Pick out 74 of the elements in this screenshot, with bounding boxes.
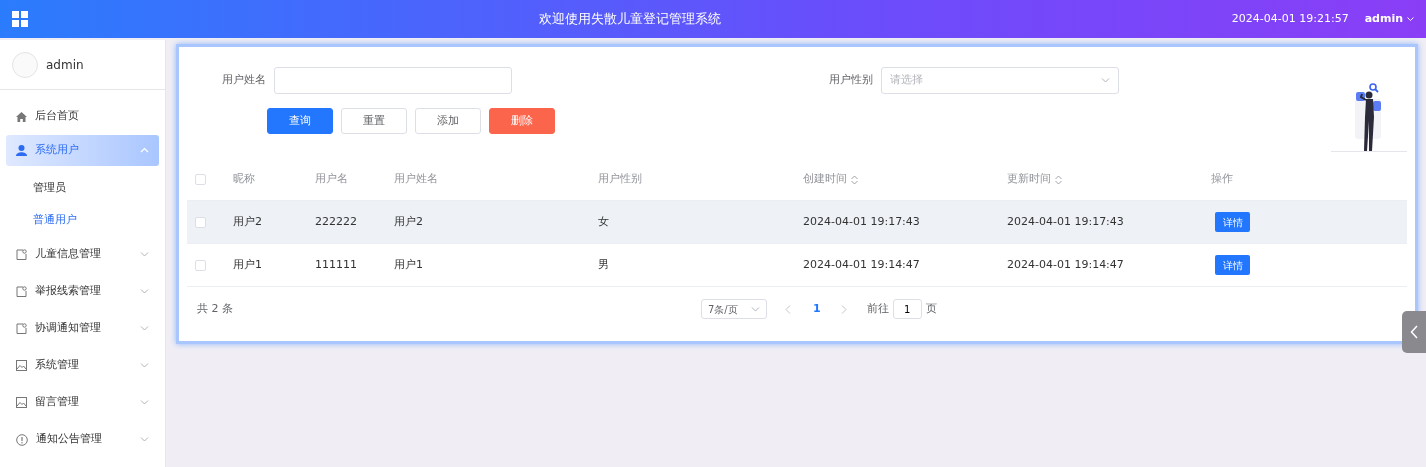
home-icon [16,111,27,122]
app-title: 欢迎使用失散儿童登记管理系统 [538,11,721,27]
checkbox[interactable] [195,216,206,228]
page-size-select[interactable]: 7条/页 [701,299,767,319]
document-icon [16,323,27,334]
total-count: 共 2 条 [197,301,233,315]
user-icon [16,145,27,156]
date-time: 2024-04-01 19:21:57 [1231,10,1349,27]
image-icon [16,397,27,408]
menu-item[interactable]: 协调通知管理 [6,313,159,344]
next-page-icon[interactable] [840,304,847,314]
user-name: admin [46,56,84,74]
sort-icon[interactable] [1055,174,1062,185]
column-header: 用户性别 [598,171,642,188]
table-cell: 用户1 [233,257,262,271]
chevron-down-icon [751,305,760,313]
table-cell: 用户1 [394,257,423,271]
menu-item[interactable]: 举报线索管理 [6,276,159,307]
menu-item[interactable]: 系统管理 [6,350,159,381]
menu-item[interactable]: 系统用户 [6,135,159,166]
avatar [12,51,38,78]
chevron-up-icon [140,147,149,154]
column-header: 用户名 [315,171,348,188]
submenu-item[interactable]: 普通用户 [0,204,165,236]
table-cell: 2024-04-01 19:14:47 [803,257,920,271]
table-cell: 2024-04-01 19:17:43 [803,214,920,228]
chevron-down-icon [1101,77,1110,84]
sort-icon[interactable] [851,174,858,185]
chevron-down-icon [140,288,149,295]
checkbox[interactable] [195,174,206,185]
menu-item[interactable]: 通知公告管理 [6,424,159,455]
table-cell: 男 [598,257,609,271]
chevron-left-icon [1410,325,1418,339]
collapse-toggle[interactable] [1402,311,1426,353]
chevron-down-icon [140,362,149,369]
details-button[interactable]: 详情 [1215,212,1250,232]
chevron-down-icon [140,251,149,258]
action-button[interactable]: 查询 [267,108,333,134]
goto-label: 前往 [866,300,889,317]
user-menu[interactable]: admin [1364,10,1414,28]
submenu-item[interactable]: 管理员 [0,172,165,204]
menu-item[interactable]: 儿童信息管理 [6,239,159,270]
info-icon [16,433,28,446]
document-icon [16,249,27,260]
input-field[interactable] [274,67,512,94]
chevron-down-icon [140,325,149,332]
page-input[interactable]: 1 [892,299,922,319]
checkbox[interactable] [195,259,206,271]
column-header: 昵称 [233,171,255,188]
table-cell: 222222 [315,214,357,228]
table-cell: 111111 [315,257,357,271]
previous-page-icon[interactable] [785,304,791,314]
image-icon [16,360,27,371]
details-button[interactable]: 详情 [1215,255,1250,275]
caret-icon [1407,16,1414,22]
field-label: 用户姓名 [222,72,266,89]
menu-icon[interactable] [12,11,28,27]
column-header: 用户姓名 [394,171,438,188]
chevron-down-icon [140,399,149,406]
page-number[interactable]: 1 [813,300,821,318]
column-header: 操作 [1211,171,1233,188]
table-cell: 2024-04-01 19:14:47 [1007,257,1124,271]
action-button[interactable]: 添加 [415,108,481,134]
document-icon [16,286,27,297]
menu-item[interactable]: 后台首页 [6,101,159,132]
field-label: 用户性别 [829,72,873,89]
menu-item[interactable]: 留言管理 [6,387,159,418]
page-suffix: 页 [925,300,937,317]
table-cell: 用户2 [233,214,262,228]
table-cell: 用户2 [394,214,423,228]
action-button[interactable]: 重置 [341,108,407,134]
table-cell: 女 [598,214,609,228]
chevron-down-icon [140,436,149,443]
table-cell: 2024-04-01 19:17:43 [1007,214,1124,228]
